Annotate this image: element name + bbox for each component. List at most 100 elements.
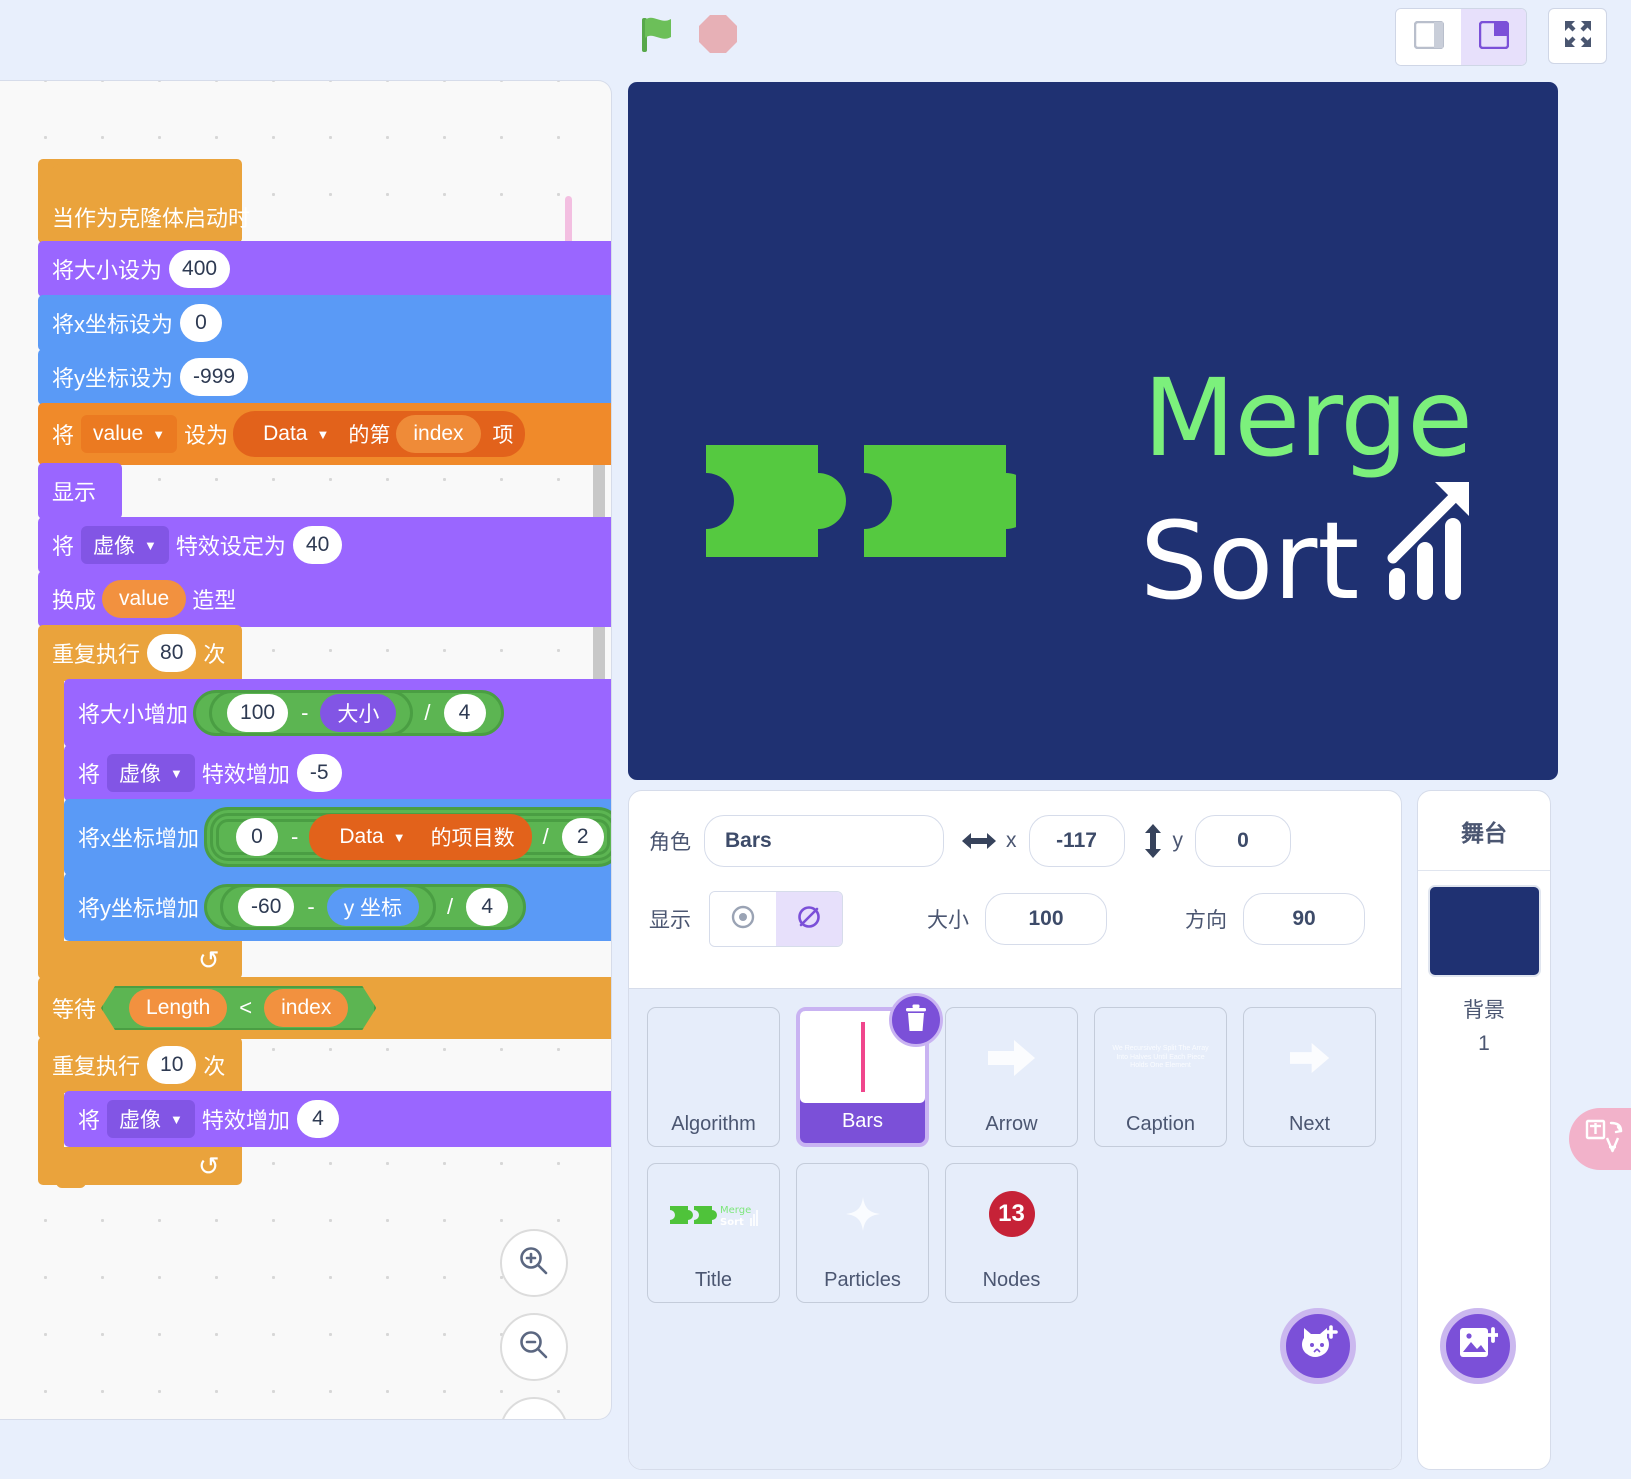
c-block-left-spine — [38, 1093, 64, 1151]
stage-thumbnail[interactable] — [1428, 885, 1541, 977]
repeat-10-footer: ↻ — [38, 1147, 242, 1185]
effect-dropdown[interactable]: 虚像 ▼ — [107, 754, 195, 792]
effect-dropdown[interactable]: 虚像 ▼ — [107, 1100, 195, 1138]
sprite-tile-algorithm[interactable]: Algorithm — [647, 1007, 780, 1147]
sprite-tile-next[interactable]: Next — [1243, 1007, 1376, 1147]
operand-a[interactable]: -60 — [238, 888, 294, 926]
repeat-header[interactable]: 重复执行 80 次 — [38, 625, 242, 681]
operator-less-than[interactable]: Length < index — [101, 986, 376, 1030]
reporter-item-of-list[interactable]: Data ▼ 的第 index 项 — [233, 411, 524, 457]
block-set-effect[interactable]: 将 虚像 ▼ 特效设定为 40 — [38, 517, 612, 573]
sprite-y-input[interactable]: 0 — [1195, 815, 1291, 867]
c-block-left-spine — [38, 681, 64, 951]
repeat-80-body: 将大小增加 100 - 大小 / 4 将 虚像 — [64, 679, 612, 941]
sprite-name-input[interactable]: Bars — [704, 815, 944, 867]
reporter-length-of-list[interactable]: Data ▼ 的项目数 — [309, 814, 531, 860]
operand-c[interactable]: 2 — [562, 818, 604, 856]
variable-dropdown[interactable]: value ▼ — [81, 415, 177, 453]
y-position-reporter[interactable]: y 坐标 — [327, 888, 419, 926]
block-show[interactable]: 显示 — [38, 463, 122, 519]
sprite-tile-bars[interactable]: Bars — [796, 1007, 929, 1147]
y-value-input[interactable]: -999 — [180, 358, 248, 396]
size-value-input[interactable]: 400 — [169, 250, 230, 288]
block-label: 等待 — [52, 992, 96, 1024]
costume-variable[interactable]: value — [102, 580, 186, 618]
zoom-reset-button[interactable] — [500, 1397, 568, 1420]
sprite-size-input[interactable]: 100 — [985, 893, 1107, 945]
sprite-tile-arrow[interactable]: Arrow — [945, 1007, 1078, 1147]
block-change-x[interactable]: 将x坐标增加 0 - Data ▼ 的项目数 / 2 — [64, 799, 612, 875]
large-stage-layout-button[interactable] — [1461, 9, 1526, 65]
repeat-count-input[interactable]: 80 — [147, 634, 196, 672]
block-change-size[interactable]: 将大小增加 100 - 大小 / 4 — [64, 679, 612, 747]
hide-sprite-button[interactable] — [776, 892, 842, 946]
list-dropdown[interactable]: Data ▼ — [251, 415, 341, 453]
block-change-effect[interactable]: 将 虚像 ▼ 特效增加 4 — [64, 1091, 612, 1147]
chevron-down-icon: ▼ — [316, 428, 329, 441]
effect-value-input[interactable]: 40 — [293, 526, 342, 564]
stage-thumbnail-wrapper[interactable] — [1418, 871, 1550, 977]
operator-divide[interactable]: -60 - y 坐标 / 4 — [204, 884, 526, 930]
x-value-input[interactable]: 0 — [180, 304, 222, 342]
green-flag-button[interactable] — [636, 14, 680, 58]
block-repeat-10[interactable]: 重复执行 10 次 将 虚像 ▼ 特效增加 4 ↻ — [38, 1037, 612, 1185]
sprite-name: Particles — [824, 1269, 901, 1292]
add-backdrop-button[interactable] — [1440, 1308, 1516, 1384]
operand-a[interactable]: 100 — [227, 694, 288, 732]
block-change-effect[interactable]: 将 虚像 ▼ 特效增加 -5 — [64, 745, 612, 801]
delete-sprite-button[interactable] — [889, 993, 943, 1047]
operator-divide[interactable]: 0 - Data ▼ 的项目数 / 2 — [204, 807, 612, 867]
effect-dropdown[interactable]: 虚像 ▼ — [81, 526, 169, 564]
block-label-suffix: 造型 — [192, 583, 236, 615]
operand-a[interactable]: 0 — [236, 818, 278, 856]
size-reporter[interactable]: 大小 — [320, 694, 396, 732]
stop-button[interactable] — [696, 14, 740, 58]
stop-sign-icon — [697, 13, 739, 60]
repeat-count-input[interactable]: 10 — [147, 1046, 196, 1084]
operator-symbol: / — [441, 894, 459, 920]
zoom-in-button[interactable] — [500, 1229, 568, 1297]
length-variable[interactable]: Length — [129, 989, 227, 1027]
block-wait-until[interactable]: 等待 Length < index — [38, 977, 612, 1039]
block-switch-costume[interactable]: 换成 value 造型 — [38, 571, 612, 627]
effect-delta-input[interactable]: 4 — [297, 1100, 339, 1138]
zoom-out-button[interactable] — [500, 1313, 568, 1381]
code-workspace[interactable]: 当作为克隆体启动时 将大小设为 400 将x坐标设为 0 将y坐标设为 -999… — [0, 80, 612, 1420]
sprite-tile-title[interactable]: Merge Sort Title — [647, 1163, 780, 1303]
script-stack[interactable]: 当作为克隆体启动时 将大小设为 400 将x坐标设为 0 将y坐标设为 -999… — [38, 161, 612, 1185]
index-variable[interactable]: index — [264, 989, 348, 1027]
add-sprite-button[interactable] — [1280, 1308, 1356, 1384]
list-dropdown[interactable]: Data ▼ — [327, 818, 417, 856]
operator-subtract[interactable]: -60 - y 坐标 — [220, 884, 436, 930]
block-set-x[interactable]: 将x坐标设为 0 — [38, 295, 612, 351]
sprite-direction-input[interactable]: 90 — [1243, 893, 1365, 945]
operand-c[interactable]: 4 — [444, 694, 486, 732]
repeat-header[interactable]: 重复执行 10 次 — [38, 1037, 242, 1093]
operator-symbol: - — [295, 700, 314, 726]
block-change-y[interactable]: 将y坐标增加 -60 - y 坐标 / 4 — [64, 873, 612, 941]
effect-name: 虚像 — [93, 530, 135, 560]
sprite-x-input[interactable]: -117 — [1029, 815, 1125, 867]
stage[interactable]: Merge Sort — [628, 82, 1558, 780]
block-when-i-start-as-clone[interactable]: 当作为克隆体启动时 — [38, 159, 242, 243]
block-set-size[interactable]: 将大小设为 400 — [38, 241, 612, 297]
operator-subtract[interactable]: 100 - 大小 — [209, 690, 413, 736]
operand-c[interactable]: 4 — [466, 888, 508, 926]
operator-divide[interactable]: 100 - 大小 / 4 — [193, 690, 504, 736]
direction-label: 方向 — [1185, 904, 1227, 934]
block-set-variable[interactable]: 将 value ▼ 设为 Data ▼ 的第 index 项 — [38, 403, 612, 465]
backdrop-count: 1 — [1418, 1028, 1550, 1061]
show-sprite-button[interactable] — [710, 892, 776, 946]
small-stage-layout-button[interactable] — [1396, 9, 1461, 65]
repeat-10-body: 将 虚像 ▼ 特效增加 4 — [64, 1091, 612, 1147]
effect-delta-input[interactable]: -5 — [297, 754, 342, 792]
block-set-y[interactable]: 将y坐标设为 -999 — [38, 349, 612, 405]
sprite-tile-nodes[interactable]: 13 Nodes — [945, 1163, 1078, 1303]
index-variable[interactable]: index — [396, 415, 480, 453]
block-repeat-80[interactable]: 重复执行 80 次 将大小增加 100 - 大小 / 4 — [38, 625, 612, 979]
sprite-tile-caption[interactable]: We Recursively Split The Array Into Halv… — [1094, 1007, 1227, 1147]
visibility-toggle-group — [709, 891, 843, 947]
translate-widget[interactable] — [1569, 1108, 1631, 1170]
fullscreen-button[interactable] — [1548, 8, 1607, 64]
sprite-tile-particles[interactable]: Particles — [796, 1163, 929, 1303]
